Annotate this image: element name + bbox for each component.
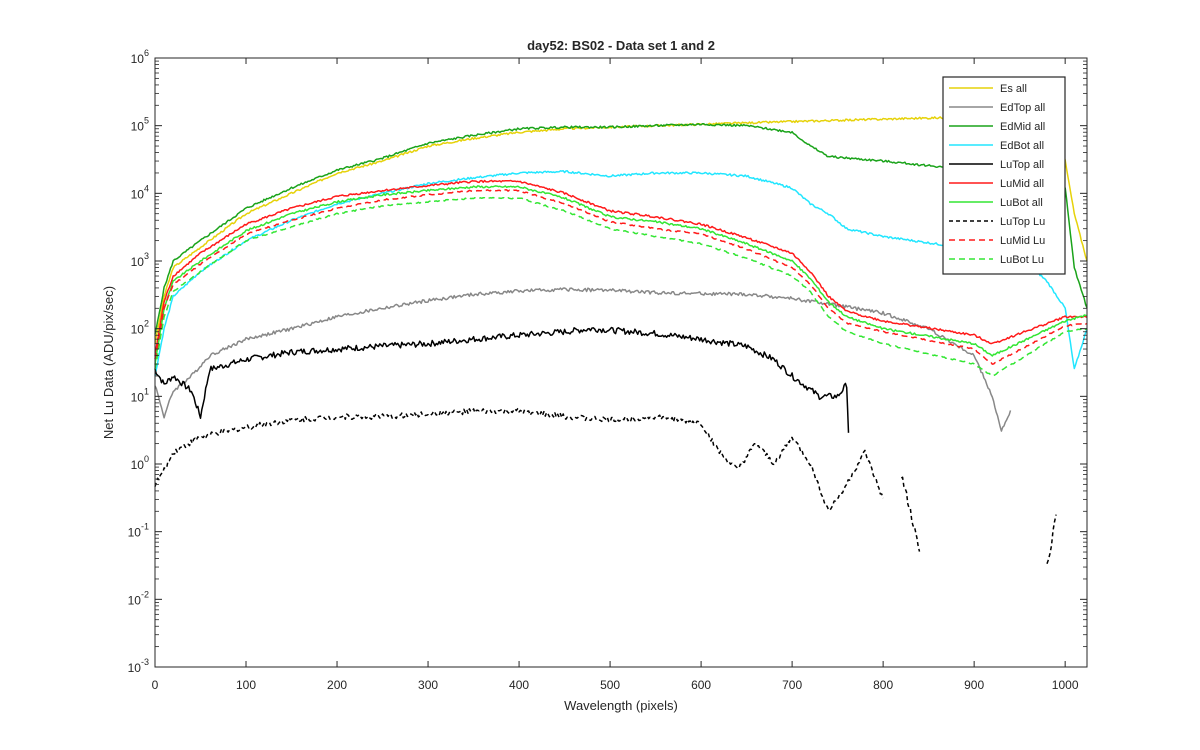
y-tick-exponent: 3	[144, 251, 149, 261]
legend-label: Es all	[1000, 83, 1027, 95]
x-tick-label: 900	[964, 678, 984, 692]
x-tick-label: 400	[509, 678, 529, 692]
legend-label: EdTop all	[1000, 102, 1045, 114]
x-tick-label: 300	[418, 678, 438, 692]
y-tick-exponent: 2	[144, 319, 149, 329]
legend: Es all EdTop all EdMid all EdBot all LuTop a…	[942, 76, 1066, 275]
y-tick-base: 10	[128, 593, 142, 607]
legend-label: EdMid all	[1000, 121, 1045, 133]
legend-label: EdBot all	[1000, 140, 1044, 152]
x-tick-label: 100	[236, 678, 256, 692]
y-tick-exponent: -2	[141, 589, 149, 599]
chart-title: day52: BS02 - Data set 1 and 2	[527, 38, 715, 53]
x-tick-label: 700	[782, 678, 802, 692]
y-tick-base: 10	[128, 526, 142, 540]
y-tick-exponent: 0	[144, 454, 149, 464]
y-tick-base: 10	[131, 120, 145, 134]
y-tick-base: 10	[131, 52, 145, 66]
y-tick-exponent: 5	[144, 116, 149, 126]
legend-label: LuTop Lu	[1000, 216, 1045, 228]
y-tick-exponent: -1	[141, 522, 149, 532]
y-tick-exponent: 1	[144, 386, 149, 396]
x-tick-label: 800	[873, 678, 893, 692]
y-tick-base: 10	[131, 458, 145, 472]
y-tick-exponent: 6	[144, 48, 149, 58]
y-tick-base: 10	[128, 661, 142, 675]
legend-label: LuMid all	[1000, 178, 1044, 190]
x-axis-label: Wavelength (pixels)	[564, 698, 678, 713]
y-tick-exponent: -3	[141, 657, 149, 667]
x-tick-label: 200	[327, 678, 347, 692]
chart-figure: 0 100 200 300 400 500 600 700 800 900 1000 10-310-…	[0, 0, 1200, 750]
legend-label: LuTop all	[1000, 159, 1044, 171]
y-tick-base: 10	[131, 187, 145, 201]
legend-label: LuMid Lu	[1000, 235, 1045, 247]
y-axis-label: Net Lu Data (ADU/pix/sec)	[101, 286, 116, 439]
x-tick-label: 0	[152, 678, 159, 692]
legend-label: LuBot all	[1000, 197, 1043, 209]
x-tick-label: 600	[691, 678, 711, 692]
x-tick-label: 1000	[1052, 678, 1079, 692]
y-tick-base: 10	[131, 323, 145, 337]
x-tick-label: 500	[600, 678, 620, 692]
y-tick-base: 10	[131, 255, 145, 269]
y-tick-exponent: 4	[144, 183, 149, 193]
y-tick-base: 10	[131, 390, 145, 404]
legend-label: LuBot Lu	[1000, 254, 1044, 266]
